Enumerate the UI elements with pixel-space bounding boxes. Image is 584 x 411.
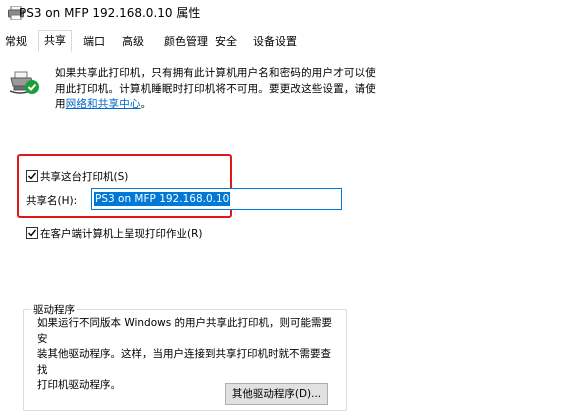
tab-bar: 常规 共享 端口 高级 颜色管理 安全 设备设置 <box>0 30 584 52</box>
info-line-3: 用网络和共享中心。 <box>55 97 560 113</box>
render-jobs-label[interactable]: 在客户端计算机上呈现打印作业(R) <box>40 226 203 241</box>
share-printer-checkbox[interactable] <box>26 170 38 182</box>
tab-ports[interactable]: 端口 <box>80 32 108 51</box>
share-name-input[interactable]: PS3 on MFP 192.168.0.10 <box>91 188 342 210</box>
title-bar: PS3 on MFP 192.168.0.10 属性 <box>0 0 584 30</box>
drivers-description: 如果运行不同版本 Windows 的用户共享此打印机，则可能需要安 装其他驱动程… <box>37 316 337 394</box>
drivers-line-1: 如果运行不同版本 Windows 的用户共享此打印机，则可能需要安 <box>37 317 333 345</box>
info-line-3-prefix: 用 <box>55 98 66 110</box>
drivers-line-2: 装其他驱动程序。这样，当用户连接到共享打印机时就不需要查找 <box>37 348 331 376</box>
tab-advanced[interactable]: 高级 <box>119 32 147 51</box>
tab-device-settings[interactable]: 设备设置 <box>250 32 300 51</box>
sharing-info: 如果共享此打印机，只有拥有此计算机用户名和密码的用户才可以使 用此打印机。计算机… <box>55 66 560 113</box>
network-sharing-center-link[interactable]: 网络和共享中心 <box>66 98 141 110</box>
info-line-2: 用此打印机。计算机睡眠时打印机将不可用。要更改这些设置，请使 <box>55 82 376 95</box>
shared-printer-icon <box>9 70 40 96</box>
render-jobs-checkbox[interactable] <box>26 227 38 239</box>
share-name-value: PS3 on MFP 192.168.0.10 <box>94 192 231 206</box>
window-title: PS3 on MFP 192.168.0.10 属性 <box>19 6 201 20</box>
share-printer-label[interactable]: 共享这台打印机(S) <box>40 169 128 184</box>
tab-color-management[interactable]: 颜色管理 <box>160 32 212 51</box>
info-line-1: 如果共享此打印机，只有拥有此计算机用户名和密码的用户才可以使 <box>55 67 376 79</box>
share-name-label: 共享名(H): <box>26 195 78 207</box>
tab-security[interactable]: 安全 <box>211 32 241 51</box>
tab-general[interactable]: 常规 <box>2 32 30 51</box>
additional-drivers-button[interactable]: 其他驱动程序(D)... <box>225 383 328 405</box>
drivers-group-label: 驱动程序 <box>31 302 77 317</box>
info-line-3-suffix: 。 <box>140 98 152 110</box>
tab-sharing[interactable]: 共享 <box>38 30 72 52</box>
